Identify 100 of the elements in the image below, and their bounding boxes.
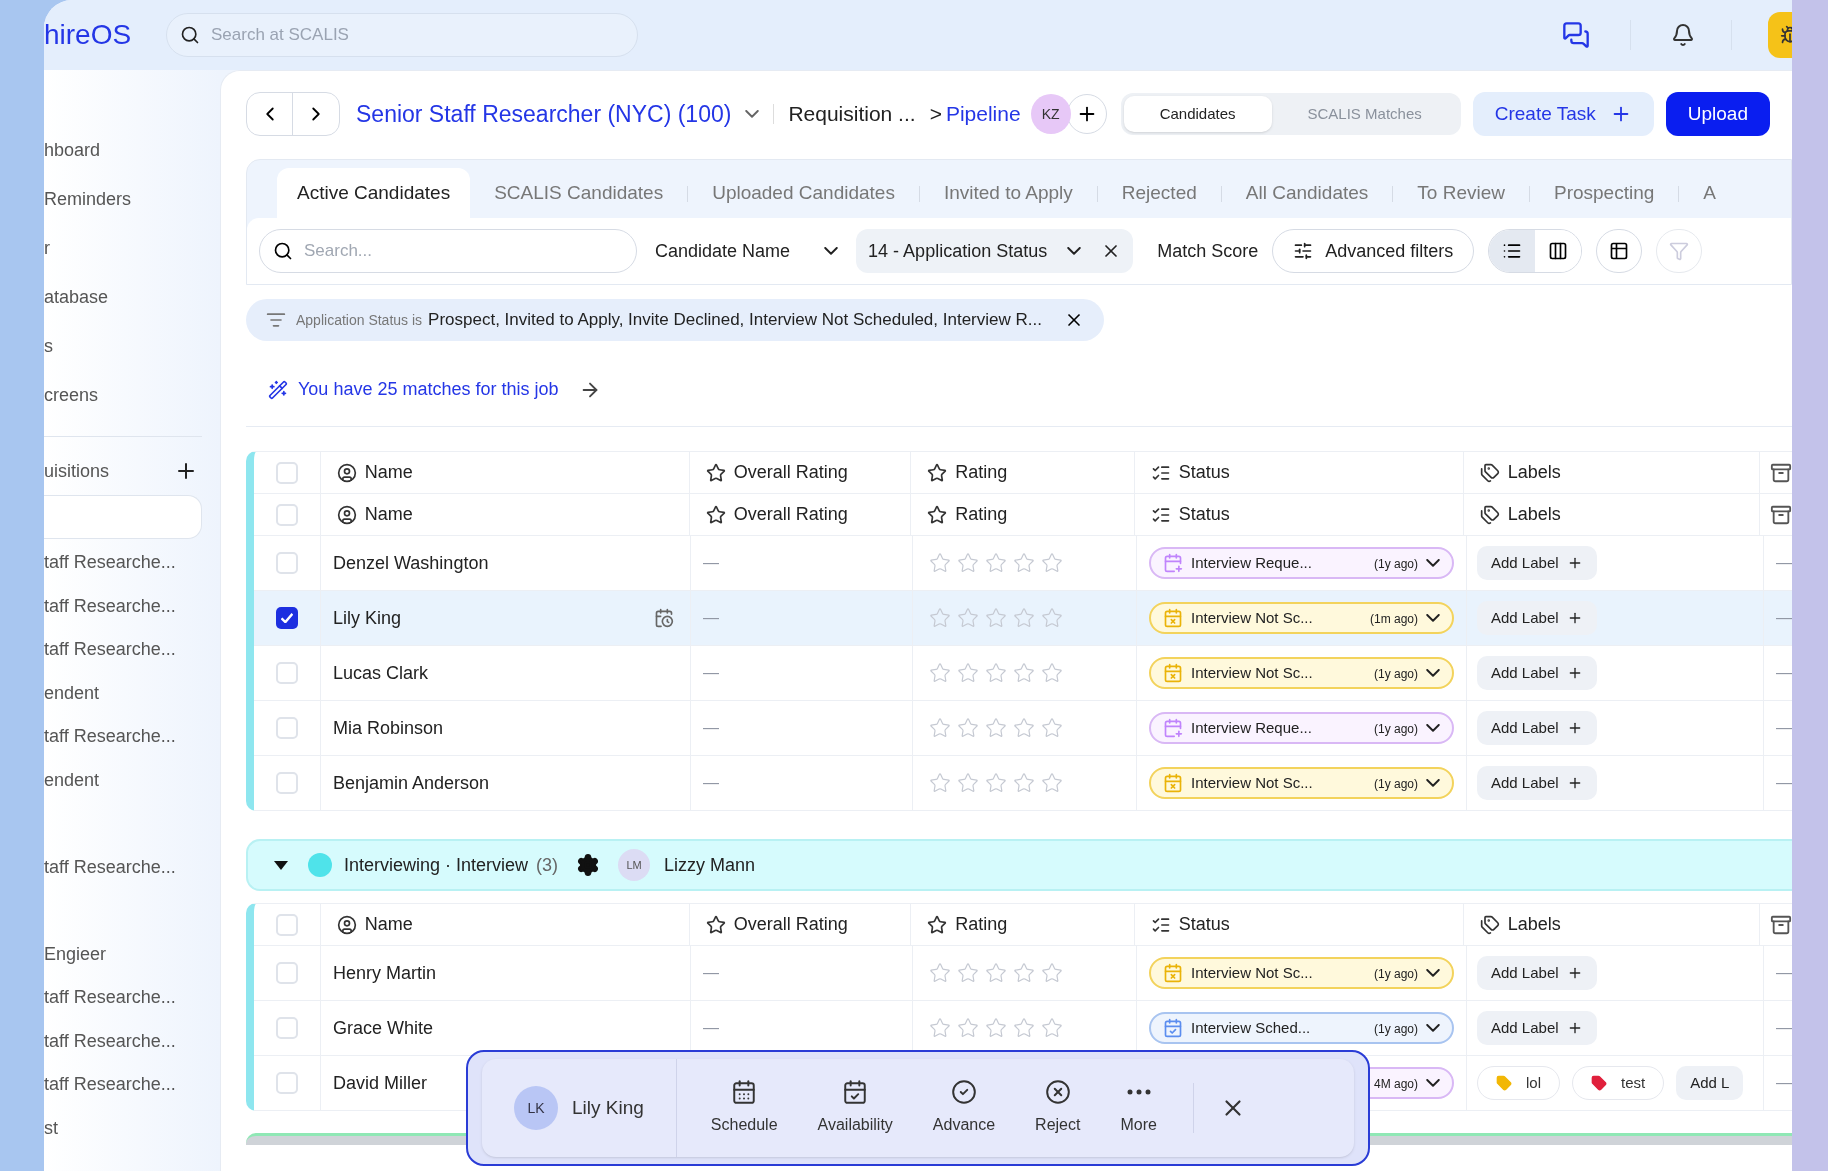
action-button[interactable]: Advance [926, 1079, 1002, 1137]
sidebar-item[interactable]: hboard [44, 137, 101, 164]
add-label-button[interactable]: Add L [1676, 1066, 1744, 1100]
candidate-name[interactable]: Mia Robinson [333, 714, 444, 742]
table-row[interactable]: Mia Robinson — Interview Reque... (1y ago) Add Label — [254, 701, 1792, 756]
column-header[interactable]: Rating [955, 911, 1008, 938]
status-dropdown[interactable]: Interview Reque... (1y ago) [1149, 547, 1454, 579]
search-field[interactable]: Search at SCALIS [166, 13, 638, 57]
star-icon[interactable] [985, 662, 1007, 684]
sidebar-item[interactable]: taff Researche... [44, 1071, 176, 1099]
tab[interactable]: Prospecting [1529, 168, 1679, 218]
star-icon[interactable] [985, 1017, 1007, 1039]
sidebar-item[interactable]: Engieer [44, 940, 107, 968]
sidebar-item[interactable]: taff Researche... [44, 1027, 176, 1055]
status-filter[interactable]: 14 - Application Status [856, 229, 1134, 273]
status-dropdown[interactable]: Interview Not Sc... (1m ago) [1149, 602, 1454, 634]
search-field[interactable]: Search... [259, 229, 637, 273]
column-header[interactable]: Rating [955, 459, 1008, 486]
avatar[interactable]: KZ [1030, 94, 1071, 134]
breadcrumb-current[interactable]: Pipeline [945, 98, 1021, 130]
column-header[interactable]: Labels [1507, 501, 1561, 528]
sidebar-item[interactable]: st [44, 1114, 58, 1142]
checkbox[interactable] [276, 552, 298, 574]
action-button[interactable]: Schedule [704, 1079, 784, 1137]
checkbox[interactable] [276, 717, 298, 739]
checkbox[interactable] [275, 913, 298, 936]
tab[interactable]: All Candidates [1221, 168, 1393, 218]
table-row[interactable]: Henry Martin — Interview Not Sc... (1y ago) Add Label — [254, 946, 1792, 1001]
star-icon[interactable] [1013, 962, 1035, 984]
candidate-name[interactable]: Lily King [333, 604, 402, 632]
caret-icon[interactable] [274, 860, 288, 870]
star-icon[interactable] [1013, 772, 1035, 794]
column-header[interactable]: Overall Rating [733, 501, 848, 528]
candidate-name[interactable]: Henry Martin [333, 959, 437, 987]
checkbox[interactable] [276, 962, 298, 984]
candidate-name[interactable]: Grace White [333, 1014, 434, 1042]
star-icon[interactable] [1041, 662, 1063, 684]
add-label-button[interactable]: Add Label [1477, 956, 1597, 990]
column-header[interactable]: Name [364, 459, 413, 486]
action-button[interactable]: Reject [1029, 1079, 1087, 1137]
label-tag[interactable]: test [1572, 1066, 1665, 1100]
star-icon[interactable] [985, 717, 1007, 739]
create-task-button[interactable]: Create Task [1472, 92, 1654, 136]
column-header[interactable]: Labels [1507, 459, 1561, 486]
candidate-name[interactable]: David Miller [333, 1069, 428, 1097]
column-icon[interactable] [1770, 913, 1792, 936]
column-header[interactable]: Labels [1507, 911, 1561, 938]
checkbox[interactable] [276, 1072, 298, 1094]
star-icon[interactable] [957, 772, 979, 794]
star-icon[interactable] [957, 962, 979, 984]
calendar-icon[interactable] [654, 608, 674, 628]
action-button[interactable]: More [1114, 1079, 1163, 1137]
column-header[interactable]: Name [364, 501, 413, 528]
gear-icon[interactable] [576, 853, 601, 877]
table-row[interactable]: Grace White — Interview Sched... (1y ago) Add Label — [254, 1001, 1792, 1056]
star-icon[interactable] [1041, 772, 1063, 794]
sidebar-item[interactable]: Reminders [44, 186, 132, 213]
job-title[interactable]: Senior Staff Researcher (NYC) (100) [356, 96, 732, 132]
matches-link[interactable]: You have 25 matches for this job [298, 376, 559, 403]
star-icon[interactable] [957, 662, 979, 684]
column-header[interactable]: Name [364, 911, 413, 938]
table-row[interactable]: Benjamin Anderson — Interview Not Sc... (1y ago) Add Label — [254, 756, 1792, 811]
search-field[interactable] [44, 495, 202, 539]
star-icon[interactable] [1013, 662, 1035, 684]
sidebar-item[interactable]: r [44, 235, 50, 262]
filter-label[interactable]: Match Score [1157, 237, 1259, 265]
sidebar-item[interactable]: taff Researche... [44, 853, 176, 881]
star-icon[interactable] [1013, 717, 1035, 739]
sidebar-item[interactable]: endent [44, 766, 100, 794]
add-label-button[interactable]: Add Label [1477, 766, 1597, 800]
tab[interactable]: Invited to Apply [919, 168, 1097, 218]
star-icon[interactable] [957, 607, 979, 629]
action-button[interactable]: Availability [811, 1079, 899, 1137]
status-dropdown[interactable]: Interview Reque... (1y ago) [1149, 712, 1454, 744]
segment-tab[interactable]: Candidates [1123, 96, 1272, 132]
star-icon[interactable] [929, 607, 951, 629]
star-icon[interactable] [1041, 962, 1063, 984]
checkbox[interactable] [275, 503, 298, 526]
group-header[interactable]: Interviewing · Interview (3) LM Lizzy Mann [246, 839, 1792, 891]
column-icon[interactable] [1770, 461, 1792, 484]
star-icon[interactable] [957, 1017, 979, 1039]
sidebar-item[interactable]: creens [44, 382, 99, 409]
checkbox[interactable] [276, 1017, 298, 1039]
column-header[interactable]: Overall Rating [733, 911, 848, 938]
tab[interactable]: Active Candidates [277, 168, 471, 218]
upload-button[interactable]: Upload [1665, 92, 1770, 136]
sidebar-item[interactable]: atabase [44, 284, 109, 311]
add-label-button[interactable]: Add Label [1477, 711, 1597, 745]
star-icon[interactable] [1041, 1017, 1063, 1039]
column-icon[interactable] [1770, 503, 1792, 526]
tab[interactable]: SCALIS Candidates [470, 168, 688, 218]
star-icon[interactable] [929, 772, 951, 794]
status-dropdown[interactable]: Interview Not Sc... (1y ago) [1149, 767, 1454, 799]
sidebar-item[interactable]: taff Researche... [44, 636, 176, 664]
sidebar-item[interactable]: taff Researche... [44, 549, 176, 577]
checkbox[interactable] [275, 461, 298, 484]
add-label-button[interactable]: Add Label [1477, 546, 1597, 580]
table-row[interactable]: Lily King — Interview Not Sc... (1m ago) Add Label — [254, 591, 1792, 646]
sidebar-item[interactable]: s [44, 333, 53, 360]
column-header[interactable]: Status [1178, 501, 1230, 528]
